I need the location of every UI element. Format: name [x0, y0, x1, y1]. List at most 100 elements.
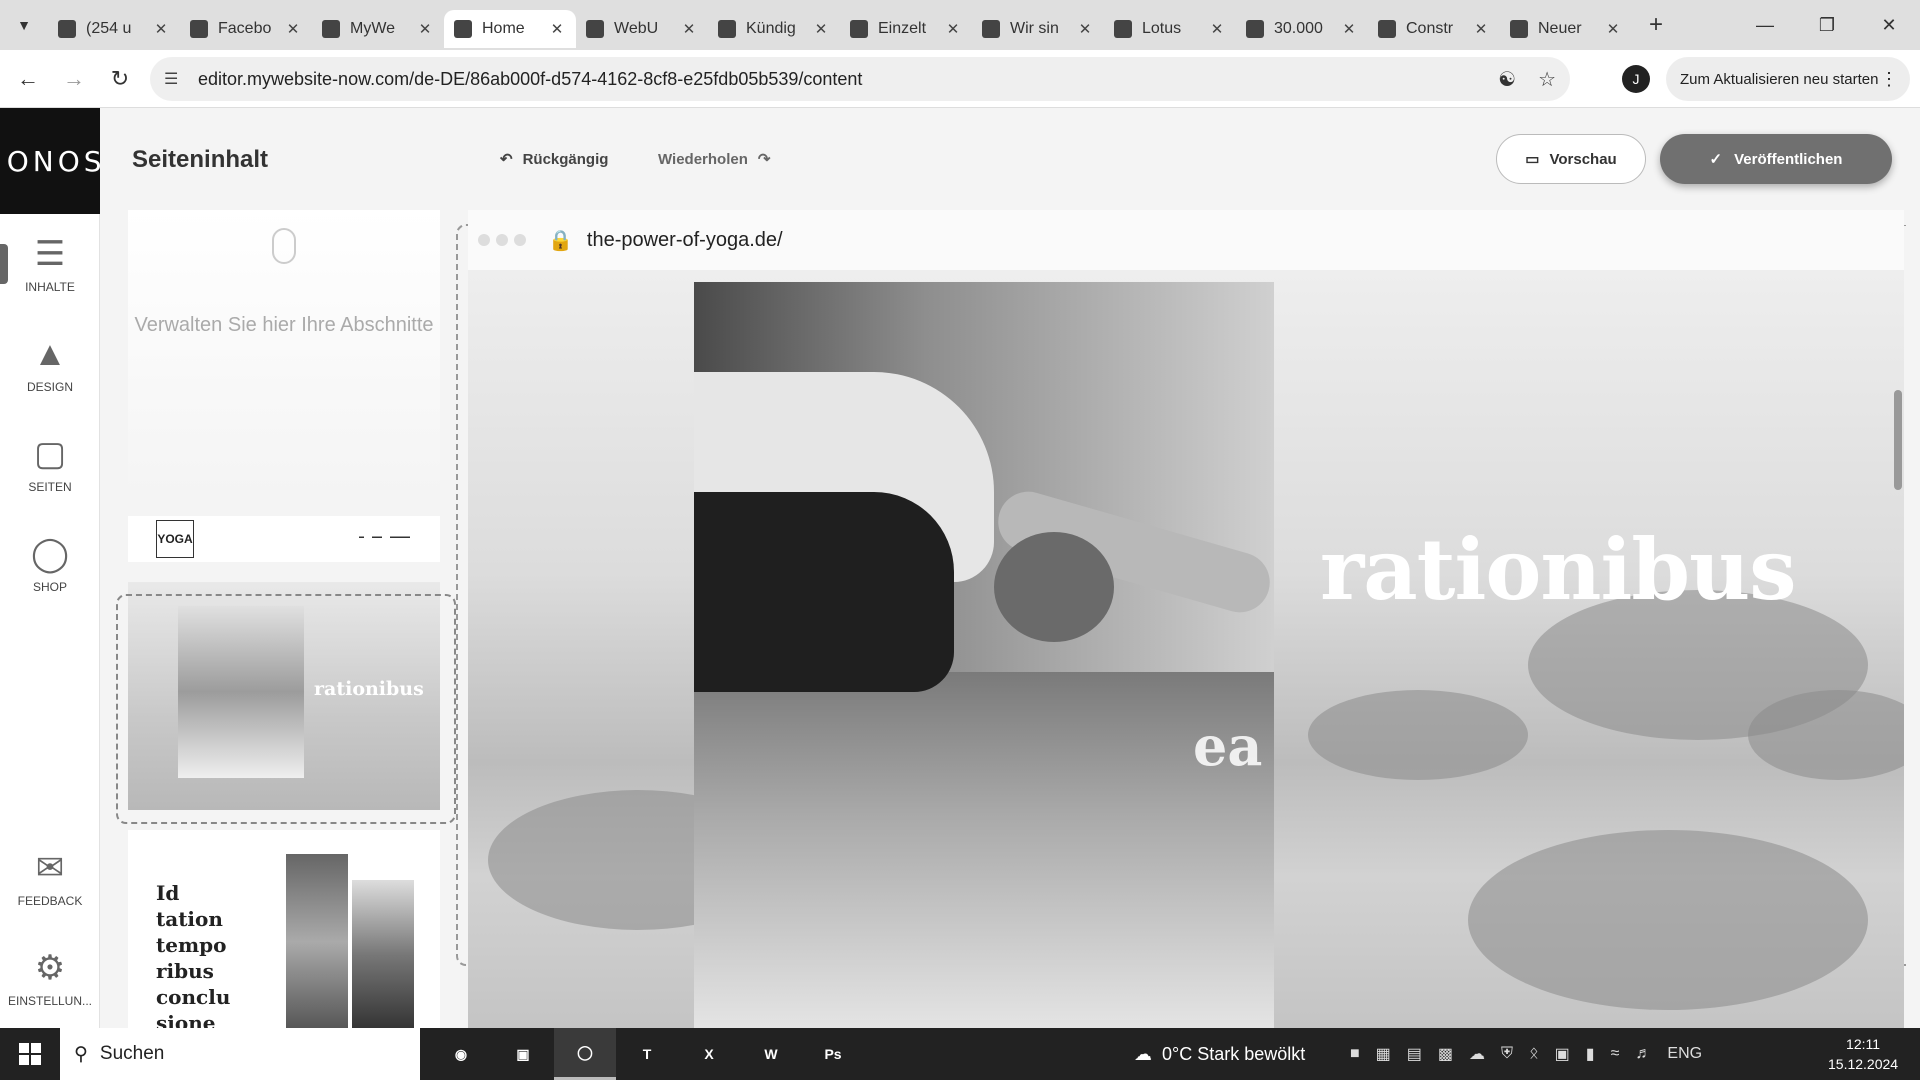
hero-section[interactable]: rationibus ea: [468, 270, 1904, 1028]
browser-tab[interactable]: WebU ✕: [576, 10, 708, 48]
file-explorer-icon[interactable]: ▣: [492, 1028, 554, 1080]
tab-search-button[interactable]: ▼: [0, 0, 48, 50]
language-indicator[interactable]: ENG: [1667, 1045, 1702, 1063]
redo-icon: ↷: [757, 151, 771, 168]
lock-icon: 🔒: [548, 229, 573, 252]
close-tab-icon[interactable]: ✕: [152, 20, 170, 38]
close-tab-icon[interactable]: ✕: [416, 20, 434, 38]
page-title: Seiteninhalt: [132, 146, 269, 173]
close-tab-icon[interactable]: ✕: [1340, 20, 1358, 38]
rail-label: SEITEN: [28, 480, 72, 494]
weather-widget[interactable]: ☁ 0°C Stark bewölkt: [1134, 1028, 1305, 1080]
app-tray-icon[interactable]: ▤: [1407, 1044, 1422, 1064]
windows-start-icon[interactable]: [0, 1028, 60, 1080]
new-tab-button[interactable]: +: [1638, 11, 1674, 39]
rail-item-feedback[interactable]: ✉ FEEDBACK: [0, 828, 100, 928]
kebab-menu-icon[interactable]: ⋮: [1880, 69, 1898, 90]
taskbar-search-label: Suchen: [99, 1043, 165, 1064]
bookmark-star-icon[interactable]: ☆: [1538, 67, 1556, 92]
update-restart-button[interactable]: Zum Aktualisieren neu starten ⋮: [1666, 57, 1910, 101]
taskbar-search[interactable]: ⚲ Suchen: [60, 1028, 420, 1080]
rail-item-content[interactable]: ☰ INHALTE: [0, 214, 100, 314]
translate-icon[interactable]: ☯: [1498, 67, 1516, 92]
volume-icon[interactable]: ♬: [1635, 1045, 1651, 1063]
browser-tab[interactable]: Home ✕: [444, 10, 576, 48]
security-icon[interactable]: ⛨: [1501, 1045, 1513, 1063]
photoshop-icon[interactable]: Ps: [802, 1028, 864, 1080]
redo-button[interactable]: Wiederholen ↷: [658, 150, 771, 169]
rail-item-pages[interactable]: ▢ SEITEN: [0, 414, 100, 514]
url-text: editor.mywebsite-now.com/de-DE/86ab000f-…: [198, 68, 863, 89]
canvas-scrollbar[interactable]: [1894, 390, 1902, 490]
mouse-scroll-icon: [272, 228, 296, 264]
browser-tab[interactable]: (254 u ✕: [48, 10, 180, 48]
section-thumb-text[interactable]: Id tation tempo ribus conclu sione: [128, 830, 440, 1028]
browser-tab[interactable]: Einzelt ✕: [840, 10, 972, 48]
rail-label: DESIGN: [26, 380, 73, 394]
browser-tab[interactable]: MyWe ✕: [312, 10, 444, 48]
teams-icon[interactable]: T: [616, 1028, 678, 1080]
browser-tab[interactable]: 30.000 ✕: [1236, 10, 1368, 48]
hero-subheading[interactable]: ea: [1193, 714, 1262, 778]
thumb-coast-image: [352, 880, 414, 1028]
browser-tab[interactable]: Kündig ✕: [708, 10, 840, 48]
meet-icon[interactable]: ▣: [1555, 1044, 1570, 1064]
edge-icon[interactable]: ◉: [430, 1028, 492, 1080]
rail-item-design[interactable]: ▲ DESIGN: [0, 314, 100, 414]
site-icon: [850, 20, 868, 38]
ionos-logo[interactable]: IONOS: [0, 108, 102, 214]
close-tab-icon[interactable]: ✕: [284, 20, 302, 38]
minimize-icon[interactable]: —: [1734, 0, 1796, 50]
forward-icon[interactable]: →: [56, 61, 92, 97]
url-input[interactable]: ☰ editor.mywebsite-now.com/de-DE/86ab000…: [150, 57, 1570, 101]
excel-icon[interactable]: X: [678, 1028, 740, 1080]
teams-tray-icon[interactable]: ■: [1350, 1045, 1360, 1063]
close-tab-icon[interactable]: ✕: [1208, 20, 1226, 38]
rock-shape: [1308, 690, 1528, 780]
wifi-icon[interactable]: ≈: [1611, 1045, 1620, 1063]
undo-button[interactable]: ↶ Rückgängig: [500, 150, 608, 169]
app-tray-icon[interactable]: ▦: [1376, 1044, 1391, 1064]
browser-tab[interactable]: Lotus ✕: [1104, 10, 1236, 48]
rail-item-cart[interactable]: ◯ SHOP: [0, 514, 100, 614]
yoga-photo[interactable]: [694, 282, 1274, 1028]
bluetooth-icon[interactable]: ᛟ: [1529, 1045, 1539, 1063]
cart-icon: ◯: [30, 535, 70, 573]
cloud-icon: ☁: [1134, 1043, 1152, 1064]
browser-tab[interactable]: Constr ✕: [1368, 10, 1500, 48]
chrome-icon[interactable]: ◯: [554, 1028, 616, 1080]
browser-tab[interactable]: Facebo ✕: [180, 10, 312, 48]
rail-item-gear[interactable]: ⚙ EINSTELLUN...: [0, 928, 100, 1028]
close-tab-icon[interactable]: ✕: [812, 20, 830, 38]
mywebsite-icon: [454, 20, 472, 38]
clock[interactable]: 12:11 15.12.2024: [1828, 1034, 1898, 1074]
taskbar-apps: ◉ ▣ ◯ T X W Ps: [430, 1028, 864, 1080]
restore-icon[interactable]: ❐: [1796, 0, 1858, 50]
close-tab-icon[interactable]: ✕: [680, 20, 698, 38]
battery-icon[interactable]: ▮: [1586, 1044, 1595, 1064]
gear-icon: ⚙: [34, 949, 66, 987]
close-tab-icon[interactable]: ✕: [944, 20, 962, 38]
browser-tab[interactable]: Neuer ✕: [1500, 10, 1632, 48]
close-tab-icon[interactable]: ✕: [548, 20, 566, 38]
hero-heading[interactable]: rationibus: [1320, 520, 1797, 619]
photo-figure-head: [994, 532, 1114, 642]
close-tab-icon[interactable]: ✕: [1472, 20, 1490, 38]
word-icon[interactable]: W: [740, 1028, 802, 1080]
rail-label: INHALTE: [25, 280, 75, 294]
publish-button[interactable]: ✓ Veröffentlichen: [1660, 134, 1892, 184]
site-settings-icon[interactable]: ☰: [164, 69, 186, 89]
window-dots: [478, 234, 526, 246]
section-thumb-header[interactable]: YOGA ▬ ▬▬ ▬▬▬▬: [128, 516, 440, 562]
close-window-icon[interactable]: ✕: [1858, 0, 1920, 50]
app-tray-icon[interactable]: ▩: [1438, 1044, 1453, 1064]
profile-avatar[interactable]: J: [1622, 65, 1650, 93]
close-tab-icon[interactable]: ✕: [1076, 20, 1094, 38]
close-tab-icon[interactable]: ✕: [1604, 20, 1622, 38]
onedrive-icon[interactable]: ☁: [1469, 1044, 1485, 1064]
browser-tab[interactable]: Wir sin ✕: [972, 10, 1104, 48]
preview-button[interactable]: ▭ Vorschau: [1496, 134, 1646, 184]
update-label: Zum Aktualisieren neu starten: [1680, 70, 1879, 88]
back-icon[interactable]: ←: [10, 61, 46, 97]
reload-icon[interactable]: ↻: [102, 61, 138, 97]
